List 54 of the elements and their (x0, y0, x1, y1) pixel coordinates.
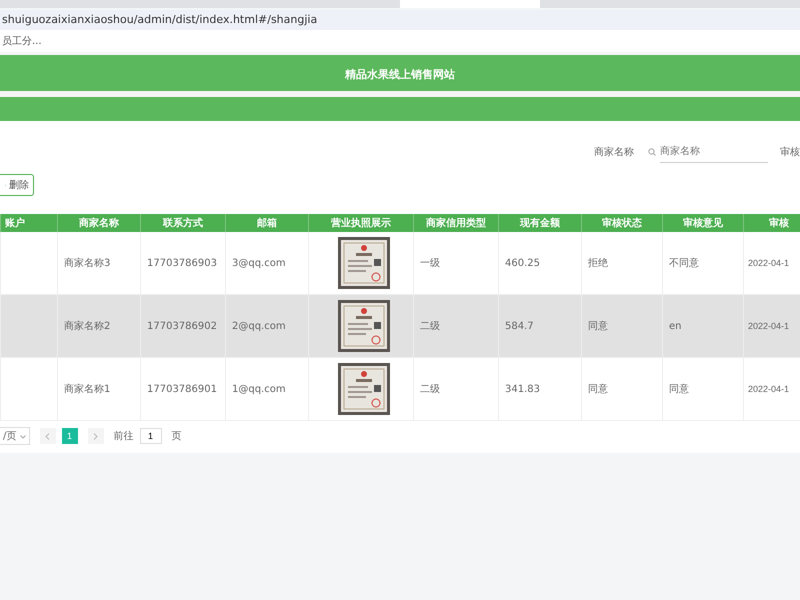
table-cell: 拒绝 (588, 258, 608, 269)
table-cell: 同意 (588, 384, 608, 395)
table-cell: 2022-04-1 (748, 321, 790, 331)
table-row[interactable]: 商家名称1 17703786901 1@qq.com 二级 341.83 同意 同意 2022-04-1 (0, 358, 800, 420)
column-header: 现有金额 (498, 214, 582, 232)
table-cell: 商家名称3 (64, 258, 110, 269)
page-size-select[interactable]: /页 (0, 427, 30, 445)
filter-label: 审核 (780, 146, 800, 159)
site-title: 精品水果线上销售网站 (345, 67, 455, 82)
table-cell: 17703786902 (147, 320, 217, 332)
table-cell: 一级 (420, 258, 440, 269)
column-header: 营业执照展示 (308, 214, 414, 232)
table-cell: 2@qq.com (232, 320, 286, 332)
page-input[interactable]: 1 (140, 428, 162, 444)
table-cell: 341.83 (505, 384, 540, 394)
table-cell: 二级 (420, 321, 440, 332)
table-cell: 1@qq.com (232, 384, 286, 394)
address-bar[interactable]: shuiguozaixianxiaoshou/admin/dist/index.html#/shangjia (0, 10, 800, 30)
table-cell: 2022-04-1 (748, 384, 790, 394)
previous-page-button[interactable] (40, 428, 56, 444)
next-page-button[interactable] (88, 428, 104, 444)
table-cell: 2022-04-1 (748, 258, 790, 268)
table-cell: 同意 (669, 384, 689, 395)
goto-label: 前往 (114, 430, 134, 443)
table-cell: 17703786901 (147, 384, 217, 394)
search-label: 商家名称 (594, 146, 634, 159)
table-cell: 同意 (588, 321, 608, 332)
column-header: 审核 (744, 214, 800, 232)
table-cell: 460.25 (505, 258, 540, 268)
chevron-left-icon (45, 432, 50, 440)
table-cell: 3@qq.com (232, 258, 286, 268)
delete-button[interactable]: 删除 (0, 174, 34, 196)
search-icon (648, 148, 656, 156)
column-header: 商家名称 (58, 214, 140, 232)
column-header: 审核意见 (662, 214, 744, 232)
search-field[interactable]: 商家名称 (660, 142, 768, 162)
column-header: 邮箱 (226, 214, 308, 232)
table-row[interactable]: 商家名称3 17703786903 3@qq.com 一级 460.25 拒绝 不同意 2022-04-1 (0, 232, 800, 294)
table-cell: 商家名称1 (64, 384, 110, 395)
column-header: 审核状态 (582, 214, 662, 232)
table-cell: 二级 (420, 384, 440, 395)
table-cell: 商家名称2 (64, 321, 110, 332)
column-header: 商家信用类型 (414, 214, 498, 232)
caret-icon (20, 435, 26, 439)
table-cell: 17703786903 (147, 258, 217, 268)
chevron-right-icon (93, 432, 98, 440)
table-row[interactable]: 商家名称2 17703786902 2@qq.com 二级 584.7 同意 en 2022-04-1 (0, 294, 800, 358)
column-header: 联系方式 (140, 214, 226, 232)
table-cell: 584.7 (505, 320, 534, 332)
table-cell: 不同意 (669, 258, 699, 269)
column-header: 账户 (0, 214, 58, 232)
table-cell: en (669, 320, 682, 332)
bookmark-item[interactable]: 员工分... (2, 34, 42, 48)
page-suffix: 页 (172, 430, 182, 443)
